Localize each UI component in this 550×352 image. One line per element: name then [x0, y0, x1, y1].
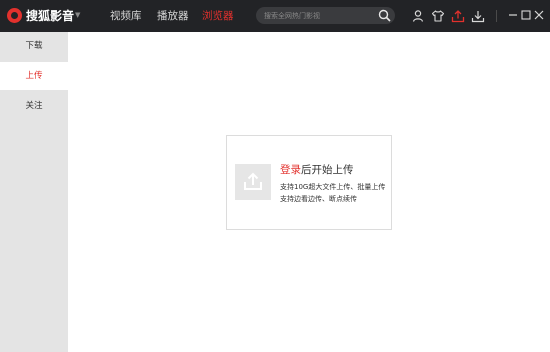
upload-placeholder[interactable] [235, 164, 271, 200]
chevron-down-icon[interactable]: ▼ [75, 9, 80, 21]
sidebar: 下载 上传 关注 [0, 32, 68, 352]
tab-browser[interactable]: 浏览器 [202, 9, 234, 23]
upload-title: 登录后开始上传 [280, 163, 354, 177]
upload-card: 登录后开始上传 支持10G超大文件上传、批量上传 支持边看边传、断点续传 [226, 135, 392, 230]
app-name[interactable]: 搜狐影音 [26, 8, 74, 24]
skin-icon[interactable] [431, 9, 445, 23]
sidebar-item-follow[interactable]: 关注 [0, 92, 68, 120]
sidebar-item-download[interactable]: 下载 [0, 32, 68, 60]
user-icon[interactable] [411, 9, 425, 23]
toolbar-divider [496, 10, 497, 22]
minimize-icon[interactable] [507, 9, 519, 21]
app-logo-icon [7, 8, 22, 23]
sidebar-item-upload[interactable]: 上传 [0, 62, 68, 90]
upload-feature-line-2: 支持边看边传、断点续传 [280, 195, 357, 203]
upload-feature-line-1: 支持10G超大文件上传、批量上传 [280, 183, 386, 191]
login-link[interactable]: 登录 [280, 164, 301, 176]
tab-player[interactable]: 播放器 [157, 9, 189, 23]
search-box [256, 7, 395, 24]
title-bar: 搜狐影音 ▼ 视频库 播放器 浏览器 [0, 0, 550, 32]
search-icon[interactable] [378, 9, 391, 22]
main-content: 登录后开始上传 支持10G超大文件上传、批量上传 支持边看边传、断点续传 [68, 32, 550, 352]
upload-title-suffix: 后开始上传 [301, 164, 354, 176]
upload-icon [244, 172, 262, 190]
upload-icon[interactable] [451, 9, 465, 23]
download-icon[interactable] [471, 9, 485, 23]
close-icon[interactable] [533, 9, 545, 21]
maximize-icon[interactable] [520, 9, 532, 21]
tab-video-library[interactable]: 视频库 [110, 9, 142, 23]
search-input[interactable] [264, 9, 374, 22]
